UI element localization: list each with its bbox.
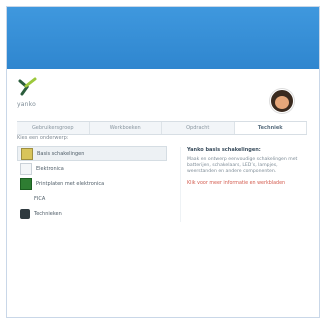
detail-link[interactable]: Klik voor meer informatie en werkbladen — [187, 181, 307, 186]
tab-gebruikersgroep[interactable]: Gebruikersgroep — [17, 122, 90, 134]
content-area: yanko Gebruikersgroep Werkboeken Opdrach… — [7, 69, 319, 317]
topic-menu: Basis schakelingen Elektronica Printplat… — [17, 146, 167, 232]
battery-icon — [21, 147, 33, 160]
menu-item-fica[interactable]: FICA — [17, 191, 167, 206]
top-tabs: Gebruikersgroep Werkboeken Opdracht Tech… — [17, 121, 307, 135]
topic-detail: Yanko basis schakelingen: Maak en ontwer… — [187, 147, 307, 229]
panel-divider — [180, 147, 181, 222]
app-window: yanko Gebruikersgroep Werkboeken Opdrach… — [6, 6, 320, 318]
menu-item-label: Technieken — [34, 210, 62, 217]
circuit-board-icon — [20, 177, 32, 190]
tab-opdracht[interactable]: Opdracht — [162, 122, 235, 134]
menu-item-label: Elektronica — [36, 165, 64, 172]
detail-body: Maak en ontwerp eenvoudige schakelingen … — [187, 157, 298, 174]
menu-item-technieken[interactable]: Technieken — [17, 206, 167, 221]
menu-item-elektronica[interactable]: Elektronica — [17, 161, 167, 176]
topic-panel: Kies een onderwerp: Basis schakelingen E… — [17, 135, 307, 239]
brand-text: yanko — [17, 101, 36, 108]
panel-title: Kies een onderwerp: — [17, 135, 69, 141]
menu-item-printplaten[interactable]: Printplaten met elektronica — [17, 176, 167, 191]
tools-icon — [20, 208, 30, 219]
electronics-icon — [20, 162, 32, 175]
fica-icon — [20, 194, 30, 204]
menu-item-label: Printplaten met elektronica — [36, 180, 105, 187]
detail-title: Yanko basis schakelingen: — [187, 147, 261, 153]
tab-techniek[interactable]: Techniek — [234, 122, 307, 134]
brand: yanko — [17, 77, 67, 113]
tab-werkboeken[interactable]: Werkboeken — [89, 122, 162, 134]
menu-item-basis-schakelingen[interactable]: Basis schakelingen — [17, 146, 167, 161]
menu-item-label: Basis schakelingen — [37, 150, 85, 157]
brand-logo-icon — [18, 77, 37, 96]
menu-item-label: FICA — [34, 195, 46, 202]
avatar[interactable] — [270, 89, 294, 113]
top-banner — [7, 7, 319, 69]
